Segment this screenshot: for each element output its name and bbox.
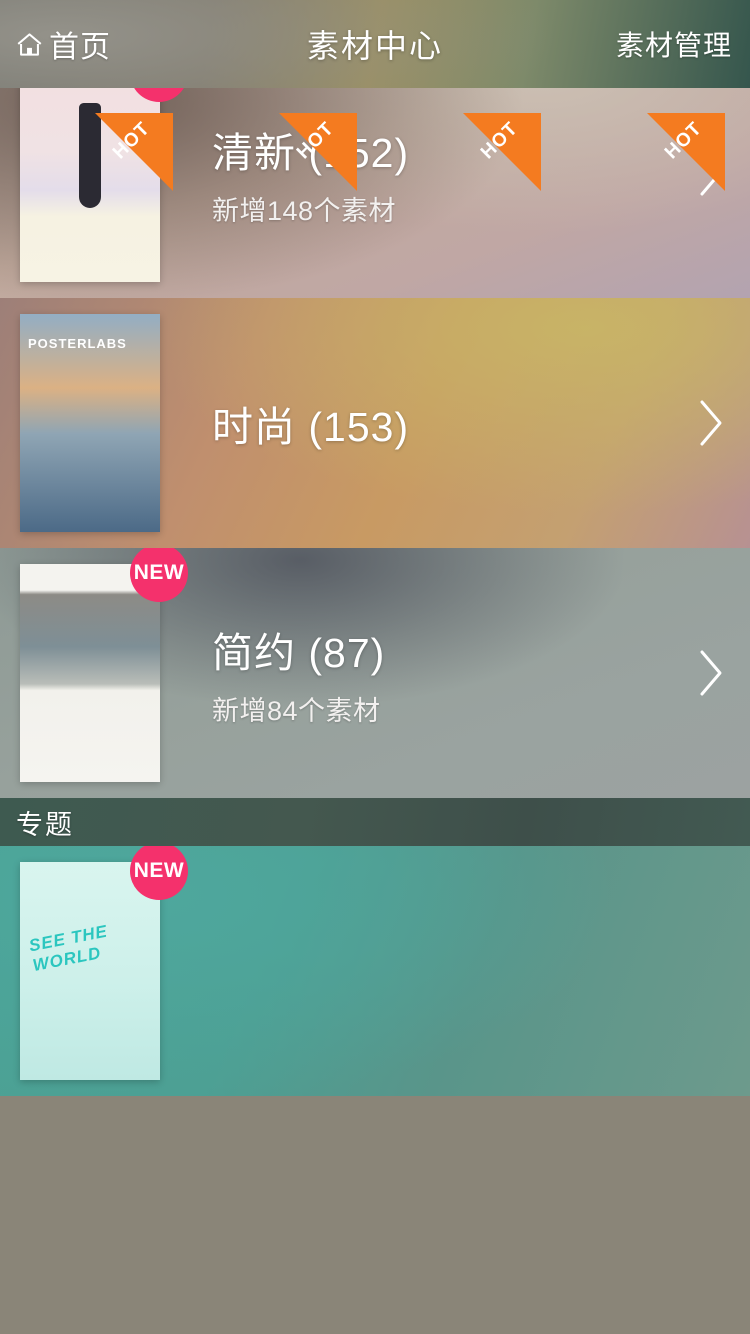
thumbnail-wrapper: SEE THE WORLD NEW (20, 846, 188, 1080)
new-badge: NEW (130, 846, 188, 900)
chevron-right-icon[interactable] (694, 395, 728, 451)
section-header-topic: 专题 (0, 798, 750, 846)
thumbnail-caption: SEE THE WORLD (27, 921, 110, 976)
material-manage-button[interactable]: 素材管理 (616, 24, 750, 64)
app-header: 首页 素材中心 素材管理 (0, 0, 750, 88)
category-thumbnail: POSTERLABS (20, 314, 160, 532)
category-subtitle: 新增148个素材 (212, 195, 397, 226)
category-subtitle: 新增84个素材 (212, 695, 381, 726)
category-row-fashion[interactable]: POSTERLABS 时尚 (153) (0, 298, 750, 548)
home-icon (16, 32, 43, 57)
section-title: 专题 (16, 809, 74, 840)
topic-thumbnail: SEE THE WORLD (20, 862, 160, 1080)
category-title: 简约 (87) (212, 629, 386, 676)
category-text-block: 时尚 (153) (212, 393, 694, 453)
thumbnail-wrapper: NEW (20, 548, 188, 782)
topic-row-see-the-world[interactable]: SEE THE WORLD NEW (0, 846, 750, 1096)
category-row-minimal[interactable]: NEW 简约 (87) 新增84个素材 (0, 548, 750, 798)
category-text-block: 简约 (87) 新增84个素材 (212, 619, 694, 728)
thumbnail-brand-label: POSTERLABS (28, 336, 127, 351)
category-title: 时尚 (153) (212, 404, 410, 450)
category-thumbnail (20, 564, 160, 782)
home-label: 首页 (49, 31, 111, 64)
material-center-screen: 首页 素材中心 素材管理 HOT HOT HOT HOT 清新 (152) 新增… (0, 0, 750, 1334)
new-badge: NEW (130, 548, 188, 602)
home-button[interactable]: 首页 (0, 22, 240, 66)
thumbnail-wrapper: POSTERLABS (20, 314, 160, 532)
chevron-right-icon[interactable] (694, 645, 728, 701)
